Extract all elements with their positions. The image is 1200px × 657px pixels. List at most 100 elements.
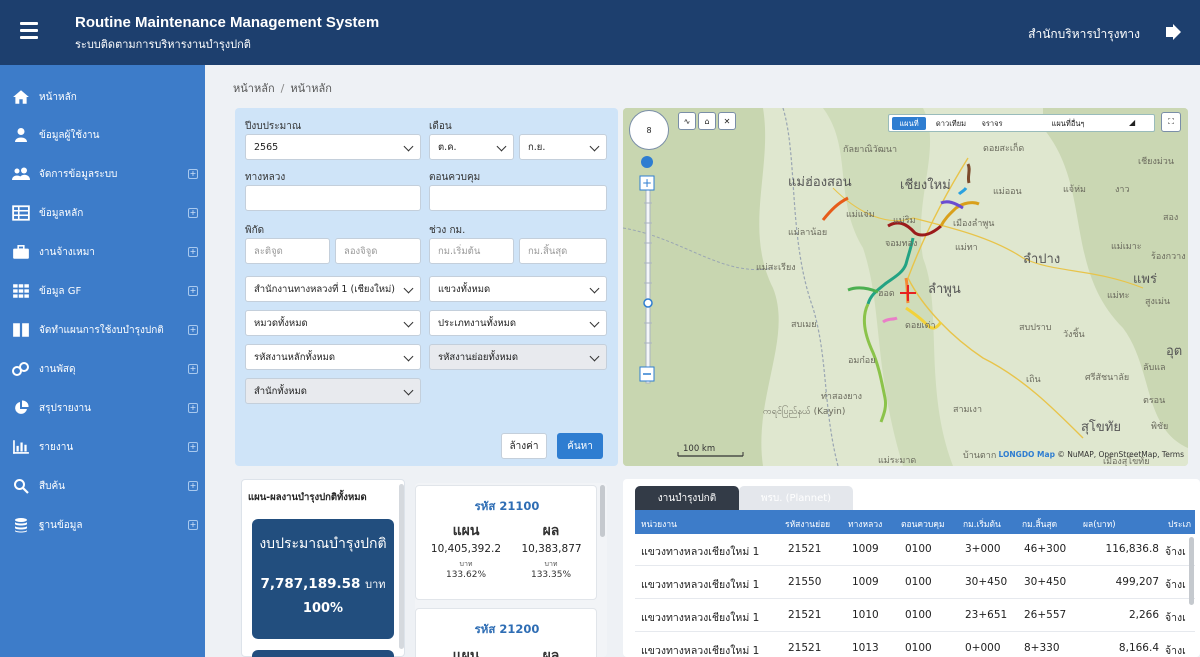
table-icon <box>12 205 30 221</box>
hamburger-menu-icon[interactable] <box>20 22 38 39</box>
column-header[interactable]: ประเภ <box>1168 517 1191 531</box>
expand-icon[interactable]: + <box>188 442 198 452</box>
map-label: ร้องกวาง <box>1151 252 1186 262</box>
highway-input[interactable] <box>245 185 421 211</box>
km-start-input[interactable]: กม.เริ่มต้น <box>429 238 514 264</box>
map-label: แม่ลาน้อย <box>788 228 828 238</box>
table-row[interactable]: แขวงทางหลวงเชียงใหม่ 1 21550 1009 0100 3… <box>635 567 1195 599</box>
map-type-other[interactable]: แผนที่อื่นๆ <box>1013 117 1123 130</box>
expand-icon[interactable]: + <box>188 208 198 218</box>
office-select[interactable]: สำนักทั้งหมด <box>245 378 421 404</box>
map-brand[interactable]: LONGDO Map <box>999 450 1055 459</box>
cell-control: 0100 <box>905 543 932 555</box>
breadcrumb-current: หน้าหลัก <box>290 82 332 95</box>
column-header[interactable]: กม.เริ่มต้น <box>963 517 1001 531</box>
sidebar-item-home[interactable]: หน้าหลัก <box>0 83 205 111</box>
map-attribution-text[interactable]: © NuMAP, OpenStreetMap, Terms <box>1057 450 1184 459</box>
month-to-value: ก.ย. <box>528 141 546 153</box>
district-select[interactable]: แขวงทั้งหมด <box>429 276 607 302</box>
column-header[interactable]: ทางหลวง <box>848 517 882 531</box>
unit-select[interactable]: หมวดทั้งหมด <box>245 310 421 336</box>
expand-icon[interactable]: + <box>188 520 198 530</box>
sidebar-item-label: ฐานข้อมูล <box>39 519 83 531</box>
sidebar-item-search[interactable]: สืบค้น + <box>0 472 205 500</box>
month-from-value: ต.ค. <box>438 141 457 153</box>
breadcrumb-link-home[interactable]: หน้าหลัก <box>233 82 275 95</box>
main-code-select[interactable]: รหัสงานหลักทั้งหมด <box>245 344 421 370</box>
database-icon <box>15 518 27 533</box>
map-clear-icon[interactable]: ✕ <box>718 112 736 130</box>
column-header[interactable]: หน่วยงาน <box>641 517 677 531</box>
expand-icon[interactable]: + <box>188 286 198 296</box>
top-header: Routine Maintenance Management System ระ… <box>0 0 1200 65</box>
map-label: กัลยาณิวัฒนา <box>843 145 898 155</box>
fiscal-year-select[interactable]: 2565 <box>245 134 421 160</box>
sidebar-item-system-data[interactable]: จัดการข้อมูลระบบ + <box>0 160 205 188</box>
expand-icon[interactable]: + <box>188 325 198 335</box>
tab-plannet[interactable]: พรบ. (Plannet) <box>739 486 853 510</box>
map-type-traffic[interactable]: จราจร <box>975 117 1009 130</box>
map-label: เมืองลำพูน <box>953 219 995 229</box>
longitude-input[interactable]: ลองจิจูด <box>335 238 421 264</box>
month-to-select[interactable]: ก.ย. <box>519 134 607 160</box>
summary-scrollbar[interactable] <box>399 484 404 649</box>
coordinates-label: พิกัด <box>245 225 265 236</box>
table-row[interactable]: แขวงทางหลวงเชียงใหม่ 1 21521 1013 0100 0… <box>635 633 1195 657</box>
sidebar-item-contract-work[interactable]: งานจ้างเหมา + <box>0 238 205 266</box>
map-type-map[interactable]: แผนที่ <box>892 117 926 130</box>
map-type-other-caret-icon[interactable]: ◢ <box>1129 118 1135 127</box>
chevron-down-icon <box>589 283 600 294</box>
sidebar-item-supplies[interactable]: งานพัสดุ + <box>0 355 205 383</box>
logout-icon[interactable] <box>1164 22 1184 42</box>
map-view[interactable]: + 8 ∿ ⌂ ✕ แผนที่ ดาวเทียม จราจร แผนที่อื… <box>623 108 1188 466</box>
bureau-select[interactable]: สำนักงานทางหลวงที่ 1 (เชียงใหม่) <box>245 276 421 302</box>
control-section-input[interactable] <box>429 185 607 211</box>
map-measure-icon[interactable]: ∿ <box>678 112 696 130</box>
sidebar-item-user-info[interactable]: ข้อมูลผู้ใช้งาน <box>0 121 205 149</box>
sidebar-item-database[interactable]: ฐานข้อมูล + <box>0 511 205 539</box>
cell-type: จ้างเ <box>1165 645 1186 657</box>
map-label: สูงเม่น <box>1145 297 1171 307</box>
map-pin-icon[interactable]: ⌂ <box>698 112 716 130</box>
sub-code-select[interactable]: รหัสงานย่อยทั้งหมด <box>429 344 607 370</box>
sidebar-item-master-data[interactable]: ข้อมูลหลัก + <box>0 199 205 227</box>
cell-highway: 1009 <box>852 576 879 588</box>
sidebar-item-budget-plan[interactable]: จัดทำแผนการใช้งบบำรุงปกติ + <box>0 316 205 344</box>
expand-icon[interactable]: + <box>188 247 198 257</box>
expand-icon[interactable]: + <box>188 169 198 179</box>
column-header[interactable]: รหัสงานย่อย <box>785 517 830 531</box>
sidebar-item-gf-data[interactable]: ข้อมูล GF + <box>0 277 205 305</box>
sidebar-item-reports[interactable]: รายงาน + <box>0 433 205 461</box>
clear-button[interactable]: ล้างค่า <box>501 433 547 459</box>
column-header[interactable]: ผล(บาท) <box>1083 517 1116 531</box>
map-pan-control[interactable]: 8 <box>629 110 669 150</box>
expand-icon[interactable]: + <box>188 481 198 491</box>
code-cards-scrollbar[interactable] <box>600 485 605 537</box>
column-header[interactable]: กม.สิ้นสุด <box>1022 517 1057 531</box>
latitude-input[interactable]: ละติจูด <box>245 238 330 264</box>
tab-routine-maintenance[interactable]: งานบำรุงปกติ <box>635 486 739 510</box>
work-type-select[interactable]: ประเภทงานทั้งหมด <box>429 310 607 336</box>
expand-icon[interactable]: + <box>188 364 198 374</box>
table-row[interactable]: แขวงทางหลวงเชียงใหม่ 1 21521 1009 0100 3… <box>635 534 1195 566</box>
budget-title: งบประมาณบำรุงปกติ <box>259 536 387 552</box>
expand-icon[interactable]: + <box>188 403 198 413</box>
map-label: แม่ริม <box>893 216 916 226</box>
column-header[interactable]: ตอนควบคุม <box>901 517 945 531</box>
month-label: เดือน <box>429 121 452 132</box>
search-button[interactable]: ค้นหา <box>557 433 603 459</box>
cell-result: 499,207 <box>1115 576 1159 588</box>
map-label: งาว <box>1115 185 1130 195</box>
table-scrollbar[interactable] <box>1189 537 1194 605</box>
fullscreen-icon[interactable]: ⛶ <box>1161 112 1181 132</box>
plan-value: 10,405,392.2 <box>430 543 502 555</box>
sidebar-item-summary-report[interactable]: สรุปรายงาน + <box>0 394 205 422</box>
table-row[interactable]: แขวงทางหลวงเชียงใหม่ 1 21521 1010 0100 2… <box>635 600 1195 632</box>
km-start-placeholder: กม.เริ่มต้น <box>438 245 481 257</box>
map-label: แจ้ห่ม <box>1063 185 1086 195</box>
km-end-input[interactable]: กม.สิ้นสุด <box>519 238 607 264</box>
map-type-satellite[interactable]: ดาวเทียม <box>929 117 973 130</box>
month-from-select[interactable]: ต.ค. <box>429 134 514 160</box>
pie-chart-icon <box>15 400 29 414</box>
map-label: อมก๋อย <box>848 356 876 366</box>
